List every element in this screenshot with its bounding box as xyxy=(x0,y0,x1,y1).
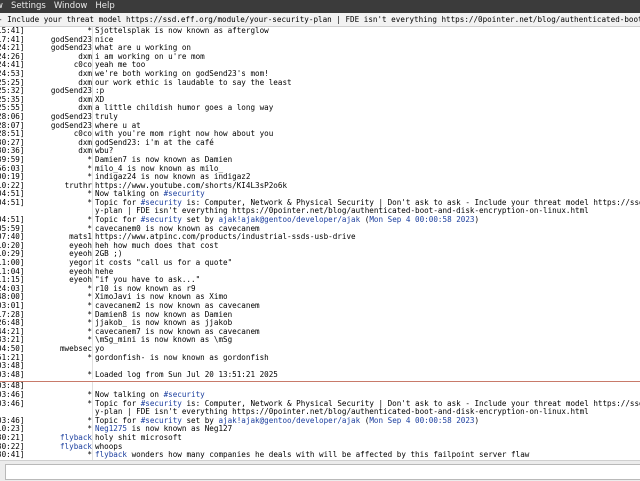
column-separator xyxy=(92,285,93,294)
column-separator xyxy=(92,371,93,380)
column-separator xyxy=(92,233,93,242)
chat-log-before: 15:41]*Sjottelsplak is now known as afte… xyxy=(0,27,640,379)
column-separator xyxy=(92,400,93,409)
chat-row: 03:48]*Loaded log from Sun Jul 20 13:51:… xyxy=(0,371,640,380)
column-separator xyxy=(92,79,93,88)
column-separator xyxy=(92,165,93,174)
column-separator xyxy=(92,36,93,45)
input-bar xyxy=(0,460,640,481)
column-separator xyxy=(92,268,93,277)
column-separator xyxy=(92,173,93,182)
column-separator xyxy=(92,319,93,328)
message-text: Loaded log from Sun Jul 20 13:51:21 2025 xyxy=(95,371,278,380)
column-separator xyxy=(92,336,93,345)
column-separator xyxy=(92,242,93,251)
column-separator xyxy=(92,443,93,452)
column-separator xyxy=(92,53,93,62)
menu-item-settings[interactable]: Settings xyxy=(7,0,50,13)
message-text: Sjottelsplak is now known as afterglow xyxy=(95,27,269,36)
message-text: a little childish humor goes a long way xyxy=(95,104,273,113)
column-separator xyxy=(92,182,93,191)
menubar: wSettingsWindowHelp xyxy=(0,0,640,13)
column-separator xyxy=(92,104,93,113)
message-text: it costs "call us for a quote" xyxy=(95,259,232,268)
topic-bar: - Include your threat model https://ssd.… xyxy=(0,13,640,27)
message-text: \mSg_mini is now known as \mSg xyxy=(95,336,232,345)
column-separator xyxy=(92,417,93,426)
column-separator xyxy=(92,391,93,400)
column-separator xyxy=(92,259,93,268)
timestamp: 03:46] xyxy=(0,400,29,409)
column-separator xyxy=(92,328,93,337)
timestamp: 04:51] xyxy=(0,199,29,208)
column-separator xyxy=(92,96,93,105)
column-separator xyxy=(92,382,93,391)
column-separator xyxy=(92,113,93,122)
column-separator xyxy=(92,451,93,460)
column-separator xyxy=(92,216,93,225)
column-separator xyxy=(92,408,93,417)
message-text: our work ethic is laudable to say the le… xyxy=(95,79,292,88)
column-separator xyxy=(92,293,93,302)
column-separator xyxy=(92,311,93,320)
menu-item-help[interactable]: Help xyxy=(91,0,118,13)
timestamp: 03:48] xyxy=(0,371,29,380)
column-separator xyxy=(92,199,93,208)
column-separator xyxy=(92,122,93,131)
column-separator xyxy=(92,70,93,79)
column-separator xyxy=(92,345,93,354)
column-separator xyxy=(92,139,93,148)
message-input[interactable] xyxy=(5,464,640,480)
column-separator xyxy=(92,190,93,199)
message-text: gordonfish- is now known as gordonfish xyxy=(95,354,269,363)
column-separator xyxy=(92,362,93,371)
chat-log-after: 03:48]03:46]*Now talking on #security03:… xyxy=(0,382,640,460)
chat-log[interactable]: 15:41]*Sjottelsplak is now known as afte… xyxy=(0,27,640,460)
column-separator xyxy=(92,44,93,53)
chat-row: 51:21]*gordonfish- is now known as gordo… xyxy=(0,354,640,363)
column-separator xyxy=(92,250,93,259)
column-separator xyxy=(92,87,93,96)
column-separator xyxy=(92,354,93,363)
column-separator xyxy=(92,156,93,165)
column-separator xyxy=(92,425,93,434)
menu-item-w[interactable]: w xyxy=(0,0,7,13)
column-separator xyxy=(92,207,93,216)
column-separator xyxy=(92,130,93,139)
column-separator xyxy=(92,302,93,311)
column-separator xyxy=(92,27,93,36)
menu-item-window[interactable]: Window xyxy=(50,0,92,13)
column-separator xyxy=(92,434,93,443)
column-separator xyxy=(92,61,93,70)
topic-text: - Include your threat model https://ssd.… xyxy=(0,13,640,26)
column-separator xyxy=(92,225,93,234)
column-separator xyxy=(92,147,93,156)
column-separator xyxy=(92,276,93,285)
